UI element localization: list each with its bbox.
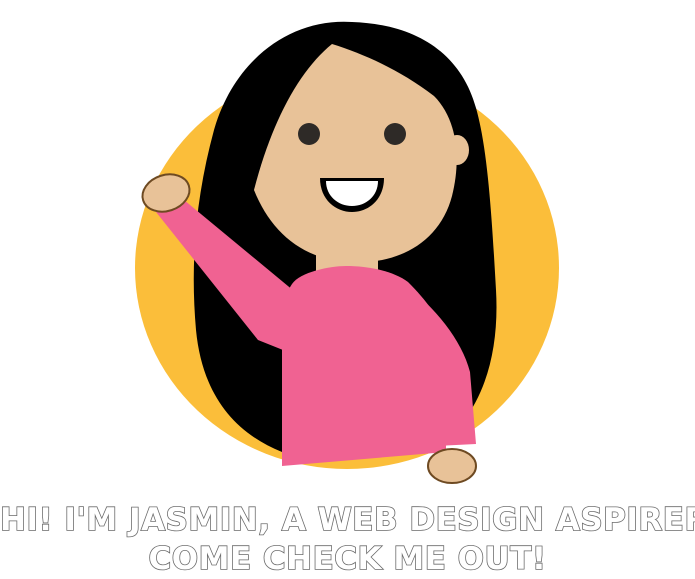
lowered-hand [427,448,477,484]
left-eye [298,123,320,145]
greeting-caption: HI! I'M JASMIN, A WEB DESIGN ASPIRER. [0,502,695,538]
call-to-action-caption: COME CHECK ME OUT! [148,541,547,577]
avatar-illustration [135,21,559,484]
right-eye [384,123,406,145]
ear [445,135,469,165]
